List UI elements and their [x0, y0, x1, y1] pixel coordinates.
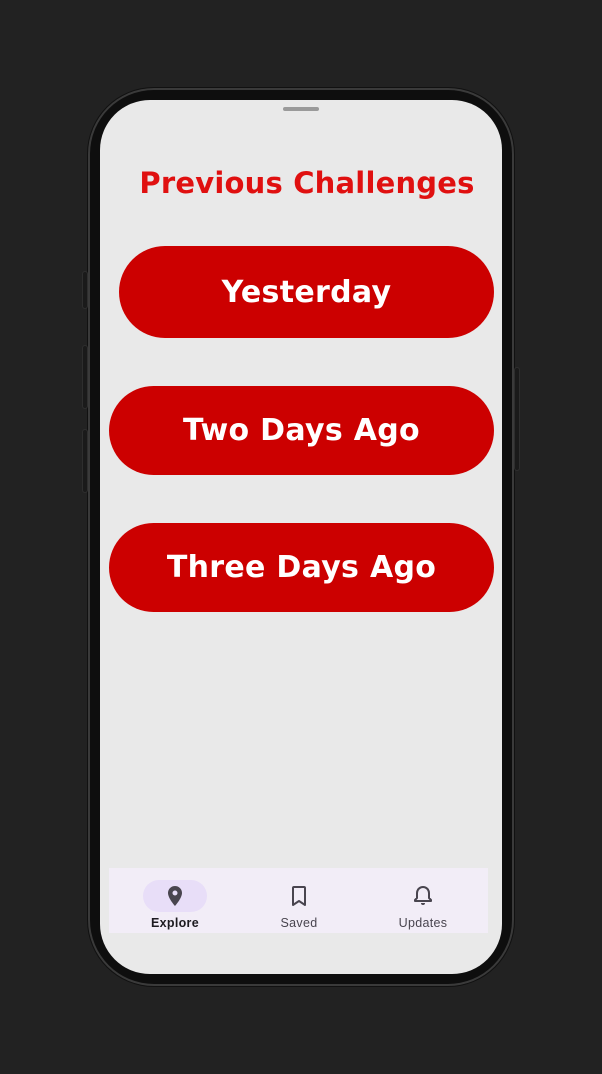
challenge-two-days-ago-button[interactable]: Two Days Ago — [109, 386, 494, 475]
bottom-navigation-bar: Explore Saved Updates — [109, 868, 488, 933]
nav-label-explore: Explore — [151, 916, 199, 930]
location-pin-icon — [168, 886, 182, 906]
nav-active-indicator — [143, 880, 207, 912]
nav-label-updates: Updates — [398, 916, 448, 930]
volume-down-button — [83, 430, 87, 492]
app-screen: Previous Challenges Yesterday Two Days A… — [100, 100, 502, 974]
nav-item-updates[interactable]: Updates — [360, 868, 486, 933]
bell-icon — [414, 886, 432, 905]
action-button — [83, 272, 87, 308]
bookmark-icon — [292, 886, 306, 906]
challenge-yesterday-button[interactable]: Yesterday — [119, 246, 494, 338]
nav-item-explore[interactable]: Explore — [112, 868, 238, 933]
challenge-three-days-ago-button[interactable]: Three Days Ago — [109, 523, 494, 612]
nav-label-saved: Saved — [280, 916, 318, 930]
nav-item-saved[interactable]: Saved — [236, 868, 362, 933]
volume-up-button — [83, 346, 87, 408]
notch-indicator — [283, 107, 319, 111]
power-button — [515, 368, 519, 470]
page-title: Previous Challenges — [139, 166, 475, 200]
